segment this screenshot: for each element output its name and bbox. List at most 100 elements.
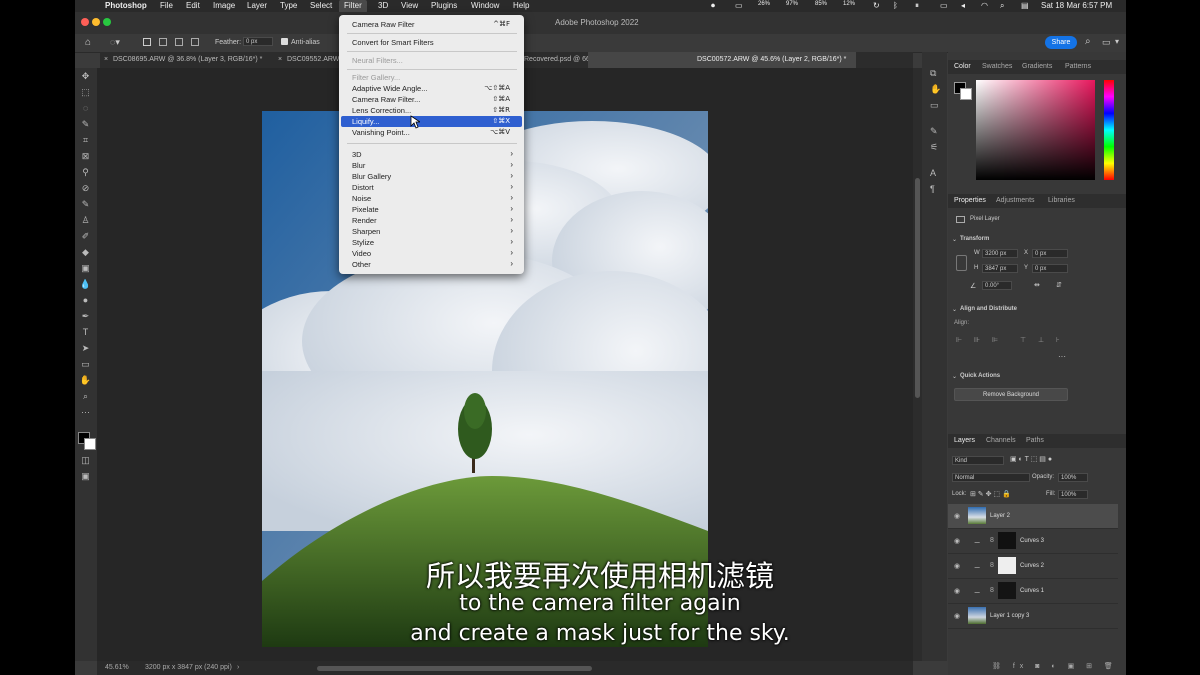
document-info[interactable]: 3200 px x 3847 px (240 ppi) <box>145 664 232 671</box>
healing-tool-icon[interactable]: ⊘ <box>79 184 92 193</box>
menu-select[interactable]: Select <box>310 1 332 10</box>
layer-name[interactable]: Layer 2 <box>990 513 1010 519</box>
home-icon[interactable]: ⌂ <box>85 37 91 48</box>
control-center-icon[interactable]: ▤ <box>1021 1 1029 10</box>
menu-file[interactable]: File <box>160 1 173 10</box>
screen-mode-icon[interactable]: ▣ <box>79 472 92 481</box>
history-brush-icon[interactable]: ✐ <box>79 232 92 241</box>
actions-panel-icon[interactable]: ✋ <box>930 84 941 95</box>
menu-item-camera-raw-filter-dots[interactable]: Camera Raw Filter... ⇧⌘A <box>341 94 522 105</box>
crop-tool-icon[interactable]: ⌗ <box>79 136 92 145</box>
align-chevron-icon[interactable]: ⌄ <box>952 306 957 313</box>
menu-help[interactable]: Help <box>513 1 529 10</box>
menu-item-camera-raw-filter[interactable]: Camera Raw Filter ^⌘F <box>341 19 522 30</box>
character-panel-icon[interactable]: A <box>930 168 936 178</box>
height-input[interactable]: 3847 px <box>982 264 1018 273</box>
menu-item-vanishing-point[interactable]: Vanishing Point... ⌥⌘V <box>341 127 522 138</box>
flip-horizontal-icon[interactable]: ⇹ <box>1034 281 1040 289</box>
close-window-button[interactable] <box>81 18 89 26</box>
color-picker-field[interactable] <box>976 80 1095 180</box>
comments-panel-icon[interactable]: ▭ <box>930 100 939 111</box>
transform-chevron-icon[interactable]: ⌄ <box>952 236 957 243</box>
menu-item-video[interactable]: Video › <box>341 248 522 259</box>
remove-background-button[interactable]: Remove Background <box>954 388 1068 401</box>
align-left-icon[interactable]: ⊩ <box>956 336 962 344</box>
menu-item-blur-gallery[interactable]: Blur Gallery › <box>341 171 522 182</box>
menu-item-pixelate[interactable]: Pixelate › <box>341 204 522 215</box>
blur-tool-icon[interactable]: 💧 <box>79 280 92 289</box>
layer-filter-icons[interactable]: ▣ ◐ T ⬚ ▤ ● <box>1010 455 1052 463</box>
marquee-tool-icon[interactable]: ⬚ <box>79 88 92 97</box>
zoom-window-button[interactable] <box>103 18 111 26</box>
search-icon[interactable]: ⌕ <box>1000 1 1004 11</box>
mask-thumbnail[interactable] <box>998 532 1016 549</box>
layer-row-layer-2[interactable]: ◉ Layer 2 <box>948 504 1118 529</box>
record-icon[interactable]: ⏺ <box>711 1 715 11</box>
lock-icons[interactable]: ⊞ ✎ ✥ ⬚ 🔒 <box>970 490 1011 498</box>
tab-dsc08695[interactable]: DSC08695.ARW @ 36.8% (Layer 3, RGB/16*) … <box>113 56 262 63</box>
datetime[interactable]: Sat 18 Mar 6:57 PM <box>1041 1 1112 10</box>
align-top-icon[interactable]: ⊤ <box>1020 336 1026 344</box>
share-button[interactable]: Share <box>1045 36 1077 49</box>
menu-layer[interactable]: Layer <box>247 1 267 10</box>
blend-mode-select[interactable]: Normal <box>952 473 1030 482</box>
layer-name[interactable]: Curves 3 <box>1020 538 1044 544</box>
opacity-input[interactable]: 100% <box>1058 473 1088 482</box>
menu-image[interactable]: Image <box>213 1 235 10</box>
menu-item-render[interactable]: Render › <box>341 215 522 226</box>
intersect-selection-icon[interactable] <box>191 38 199 46</box>
status-arrow-icon[interactable]: › <box>237 664 239 671</box>
display-icon[interactable]: ▭ <box>940 1 948 10</box>
rewind-icon[interactable]: ◂ <box>961 1 965 10</box>
x-input[interactable]: 0 px <box>1032 249 1068 258</box>
tab-dsc09552[interactable]: DSC09552.ARW <box>287 56 339 63</box>
vertical-scroll-thumb[interactable] <box>915 178 920 398</box>
lasso-tool-icon[interactable]: ◌ <box>79 104 92 113</box>
align-center-icon[interactable]: ⊪ <box>974 336 980 344</box>
brush-settings-icon[interactable]: ✎ <box>930 126 938 137</box>
add-selection-icon[interactable] <box>159 38 167 46</box>
menu-3d[interactable]: 3D <box>378 1 388 10</box>
minimize-window-button[interactable] <box>92 18 100 26</box>
visibility-eye-icon[interactable]: ◉ <box>954 512 960 520</box>
tab-libraries[interactable]: Libraries <box>1048 197 1075 204</box>
menu-plugins[interactable]: Plugins <box>431 1 457 10</box>
sync-icon[interactable]: ↻ <box>873 1 880 10</box>
menu-view[interactable]: View <box>401 1 418 10</box>
horizontal-scroll-thumb[interactable] <box>317 666 592 671</box>
history-panel-icon[interactable]: ⧉ <box>930 68 936 79</box>
more-tools-icon[interactable]: ··· <box>79 408 92 417</box>
menu-item-stylize[interactable]: Stylize › <box>341 237 522 248</box>
tab-color[interactable]: Color <box>954 63 971 70</box>
tab-paths[interactable]: Paths <box>1026 437 1044 444</box>
eyedropper-tool-icon[interactable]: ⚲ <box>79 168 92 177</box>
menu-item-convert-smart-filters[interactable]: Convert for Smart Filters <box>341 37 522 48</box>
type-tool-icon[interactable]: T <box>79 328 92 337</box>
lasso-preset-icon[interactable]: ◌▾ <box>110 37 120 48</box>
menu-item-3d[interactable]: 3D › <box>341 149 522 160</box>
fill-input[interactable]: 100% <box>1058 490 1088 499</box>
layers-footer-icons[interactable]: ⛓ fx ◙ ◐ ▣ ⊞ 🗑 <box>992 662 1118 670</box>
tab-layers[interactable]: Layers <box>954 437 975 444</box>
background-color-swatch[interactable] <box>84 438 96 450</box>
link-dimensions-icon[interactable] <box>956 255 967 271</box>
workspace-icon[interactable]: ▭ <box>1102 37 1111 48</box>
frame-tool-icon[interactable]: ⊠ <box>79 152 92 161</box>
zoom-tool-icon[interactable]: ⌕ <box>79 392 92 401</box>
menu-item-adaptive-wide-angle[interactable]: Adaptive Wide Angle... ⌥⇧⌘A <box>341 83 522 94</box>
tab-channels[interactable]: Channels <box>986 437 1016 444</box>
menu-item-sharpen[interactable]: Sharpen › <box>341 226 522 237</box>
adjust-panel-icon[interactable]: ⚟ <box>930 142 938 153</box>
bg-color-chip[interactable] <box>960 88 972 100</box>
menu-item-blur[interactable]: Blur › <box>341 160 522 171</box>
align-bottom-icon[interactable]: ⊦ <box>1056 336 1060 344</box>
align-right-icon[interactable]: ⊫ <box>992 336 998 344</box>
pause-icon[interactable]: ⏸ <box>915 1 919 11</box>
stamp-tool-icon[interactable]: ♙ <box>79 216 92 225</box>
quick-mask-icon[interactable]: ◫ <box>79 456 92 465</box>
zoom-level[interactable]: 45.61% <box>105 664 129 671</box>
menu-photoshop[interactable]: Photoshop <box>105 1 147 10</box>
layer-row-curves-3[interactable]: ◉ ⚊ 8 Curves 3 <box>948 529 1118 554</box>
paragraph-panel-icon[interactable]: ¶ <box>930 184 935 194</box>
quick-actions-chevron-icon[interactable]: ⌄ <box>952 373 957 380</box>
